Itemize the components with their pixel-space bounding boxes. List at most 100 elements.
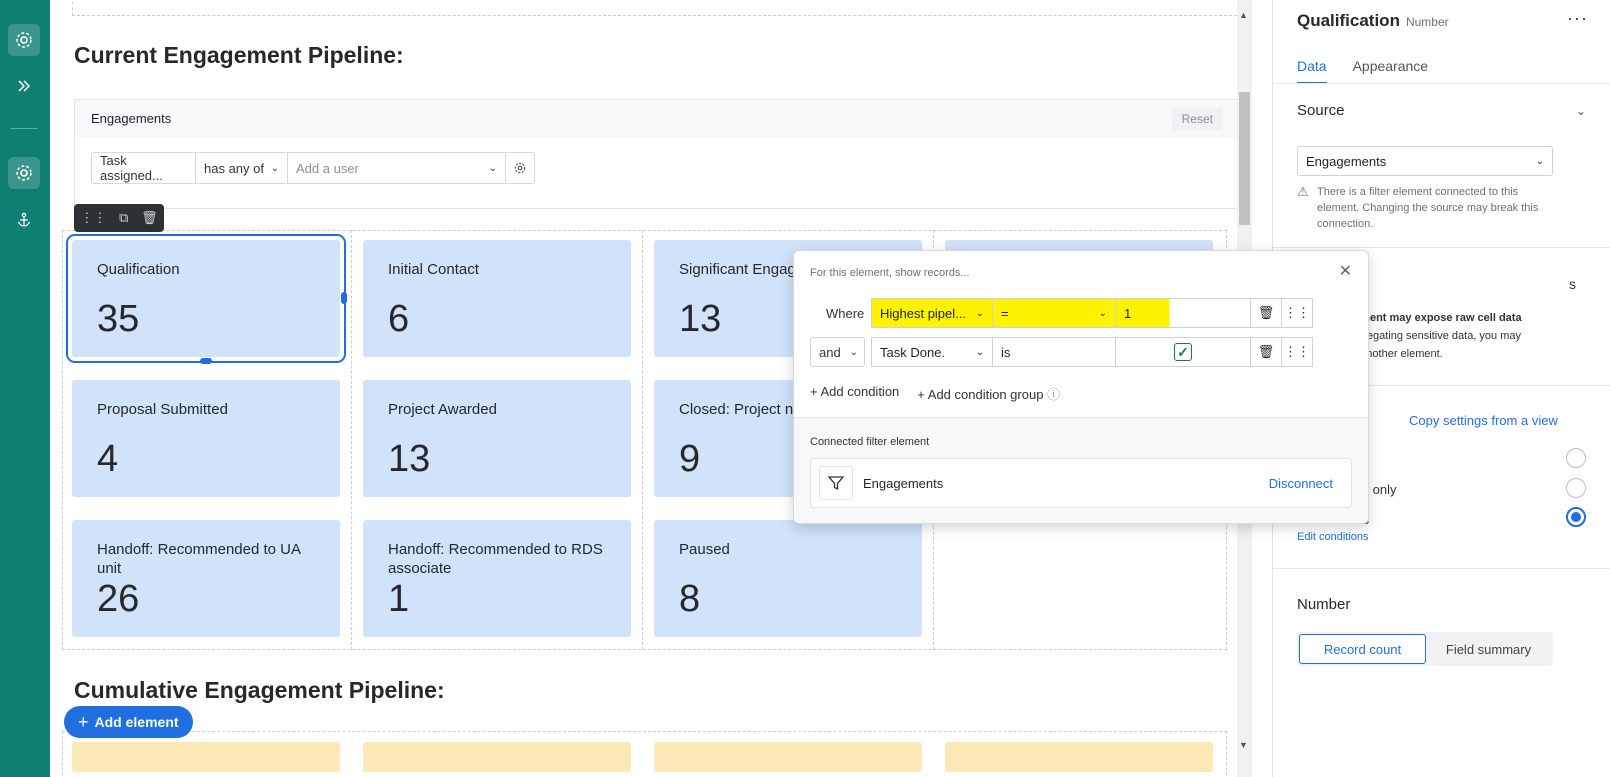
condition-row: Where Highest pipel... ⌄ = ⌄ 1 🗑 ⋮⋮ (810, 298, 1313, 328)
user-picker-placeholder: Add a user (296, 160, 359, 176)
records-option-radio-selected[interactable] (1566, 507, 1586, 527)
trash-icon[interactable]: 🗑 (1250, 298, 1282, 328)
scroll-up-arrow-icon[interactable]: ▲ (1239, 10, 1248, 20)
section-title-cumulative: Cumulative Engagement Pipeline: (74, 677, 445, 703)
user-picker-input[interactable]: Add a user ⌄ (288, 153, 506, 183)
records-option-radio[interactable] (1566, 448, 1586, 468)
number-card[interactable]: Initial Contact 6 (363, 240, 631, 357)
tab-data[interactable]: Data (1297, 58, 1327, 84)
condition-operator-select[interactable]: = ⌄ (992, 298, 1116, 328)
add-condition-button[interactable]: + Add condition (810, 384, 899, 403)
number-card[interactable]: Handoff: Recommended to RDS associate 1 (363, 520, 631, 637)
scroll-down-arrow-icon[interactable]: ▼ (1239, 740, 1248, 750)
resize-handle-right[interactable] (341, 292, 347, 304)
edit-conditions-link[interactable]: Edit conditions (1297, 528, 1369, 546)
condition-field-label: Highest pipel... (880, 305, 966, 321)
filter-settings-gear-icon[interactable] (506, 153, 534, 183)
conditions-popover: For this element, show records... ✕ Wher… (793, 250, 1369, 524)
chevron-down-icon: ⌄ (975, 346, 984, 358)
number-mode-toggle: Record count Field summary (1297, 632, 1553, 666)
drag-handle-icon[interactable]: ⋮⋮ (1281, 337, 1313, 367)
panel-subtitle: Number (1405, 15, 1449, 29)
card-label: Project Awarded (388, 401, 497, 418)
duplicate-icon[interactable]: ⧉ (119, 210, 128, 226)
record-count-option[interactable]: Record count (1299, 634, 1426, 664)
number-section-title: Number (1297, 596, 1351, 613)
expand-icon[interactable] (8, 70, 40, 102)
drag-handle-icon[interactable]: ⋮⋮ (1281, 298, 1313, 328)
number-card-qualification[interactable]: Qualification 35 (66, 234, 346, 363)
more-options-icon[interactable]: ··· (1567, 8, 1588, 29)
raw-data-warning-title: lement may expose raw cell data (1351, 312, 1522, 324)
drag-handle-icon[interactable]: ⋮⋮ (80, 210, 106, 226)
condition-operator-select[interactable]: is (992, 337, 1116, 367)
number-card[interactable]: Handoff: Recommended to UA unit 26 (72, 520, 340, 637)
number-card[interactable] (945, 742, 1213, 772)
page-gear-icon[interactable] (8, 157, 40, 189)
card-value: 4 (97, 438, 119, 480)
number-card[interactable]: Project Awarded 13 (363, 380, 631, 497)
reset-button[interactable]: Reset (1171, 107, 1223, 130)
divider (1273, 247, 1610, 248)
condition-value-input[interactable]: 1 (1115, 298, 1251, 328)
section-title-current: Current Engagement Pipeline: (74, 42, 404, 68)
records-option-radio[interactable] (1566, 478, 1586, 498)
number-card[interactable] (72, 742, 340, 772)
anchor-icon[interactable] (8, 204, 40, 236)
chevron-down-icon: ⌄ (849, 346, 858, 358)
disconnect-button[interactable]: Disconnect (1269, 476, 1343, 491)
condition-row: and ⌄ Task Done. ⌄ is ✓ 🗑 ⋮⋮ (810, 337, 1313, 367)
number-card[interactable]: Proposal Submitted 4 (72, 380, 340, 497)
interface-gear-icon[interactable] (8, 24, 40, 56)
add-condition-row: + Add condition + Add condition group ⓘ (810, 384, 1060, 403)
condition-field-select[interactable]: Highest pipel... ⌄ (871, 298, 993, 328)
previous-section-outline (72, 0, 1252, 16)
card-value: 26 (97, 578, 140, 620)
left-rail (0, 0, 50, 777)
help-icon[interactable]: ⓘ (1047, 387, 1060, 402)
number-card[interactable] (363, 742, 631, 772)
number-card[interactable] (654, 742, 922, 772)
condition-field-label: Task Done. (880, 344, 946, 360)
plus-icon: + (78, 711, 89, 732)
number-card[interactable]: Paused 8 (654, 520, 922, 637)
scroll-thumb[interactable] (1239, 92, 1250, 225)
panel-title-text: Qualification (1297, 11, 1400, 30)
permissions-heading-partial: s (1569, 276, 1576, 292)
card-label: Initial Contact (388, 261, 479, 278)
trash-icon[interactable]: 🗑 (141, 210, 158, 226)
warning-icon: ⚠ (1297, 184, 1309, 199)
filter-operator-label: has any of (204, 160, 264, 176)
card-value: 35 (97, 298, 140, 340)
card-value: 1 (388, 578, 410, 620)
source-warning-text: There is a filter element connected to t… (1317, 186, 1539, 230)
connected-filter-name: Engagements (863, 475, 944, 491)
trash-icon[interactable]: 🗑 (1250, 337, 1282, 367)
card-label: Paused (679, 541, 730, 558)
chevron-down-icon: ⌄ (488, 162, 497, 174)
chevron-down-icon[interactable]: ⌄ (1576, 104, 1586, 118)
close-icon[interactable]: ✕ (1339, 261, 1352, 281)
panel-title: Qualification Number (1297, 11, 1449, 31)
conjunction-select[interactable]: and ⌄ (810, 337, 865, 367)
divider (1273, 83, 1610, 84)
add-condition-group-button[interactable]: + Add condition group ⓘ (917, 384, 1060, 403)
source-select[interactable]: Engagements ⌄ (1297, 146, 1553, 176)
condition-field-select[interactable]: Task Done. ⌄ (871, 337, 993, 367)
chevron-down-icon: ⌄ (1535, 155, 1544, 167)
connected-filter-card: Engagements Disconnect (810, 458, 1352, 508)
filter-operator-select[interactable]: has any of ⌄ (196, 153, 288, 183)
panel-tabs: Data Appearance (1297, 58, 1428, 84)
filter-element[interactable]: Engagements Reset Task assigned... has a… (74, 99, 1240, 209)
card-label: Handoff: Recommended to RDS associate (388, 541, 603, 577)
chevron-down-icon: ⌄ (1098, 307, 1107, 319)
checkbox-checked-icon[interactable]: ✓ (1174, 343, 1192, 361)
card-label: Handoff: Recommended to UA unit (97, 541, 301, 577)
add-element-button[interactable]: + Add element (64, 706, 193, 738)
filter-field-select[interactable]: Task assigned... (92, 153, 196, 183)
resize-handle-bottom[interactable] (200, 358, 212, 364)
field-summary-option[interactable]: Field summary (1426, 634, 1551, 664)
condition-value-input[interactable]: ✓ (1115, 337, 1251, 367)
copy-settings-link[interactable]: Copy settings from a view (1409, 412, 1558, 430)
tab-appearance[interactable]: Appearance (1353, 58, 1429, 84)
